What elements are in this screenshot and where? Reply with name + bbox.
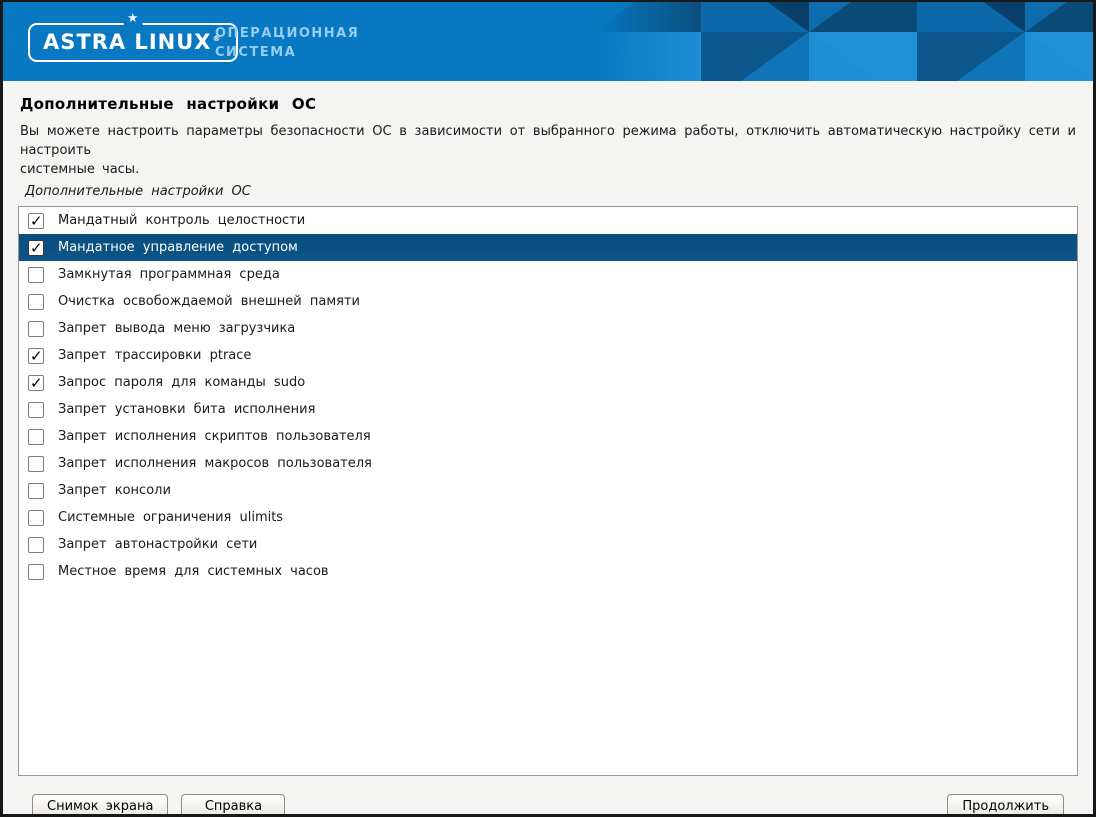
- main-content: Дополнительные настройки ОС Вы можете на…: [3, 95, 1093, 817]
- option-label: Запрос пароля для команды sudo: [58, 375, 305, 390]
- checkbox[interactable]: [28, 429, 44, 445]
- checkbox[interactable]: [28, 267, 44, 283]
- astra-linux-logo: ★ ASTRA LINUX®: [28, 23, 238, 62]
- list-item[interactable]: Системные ограничения ulimits: [19, 504, 1077, 531]
- option-label: Запрет консоли: [58, 483, 171, 498]
- checkbox[interactable]: [28, 456, 44, 472]
- header-banner: ★ ASTRA LINUX® ОПЕРАЦИОННАЯ СИСТЕМА: [3, 2, 1093, 81]
- checkbox[interactable]: ✓: [28, 240, 44, 256]
- checkbox[interactable]: [28, 564, 44, 580]
- option-label: Местное время для системных часов: [58, 564, 329, 579]
- option-label: Запрет вывода меню загрузчика: [58, 321, 295, 336]
- continue-button[interactable]: Продолжить: [947, 794, 1064, 817]
- option-label: Запрет исполнения скриптов пользователя: [58, 429, 371, 444]
- option-label: Замкнутая программная среда: [58, 267, 280, 282]
- option-label: Мандатный контроль целостности: [58, 213, 305, 228]
- list-item[interactable]: ✓ Запрет трассировки ptrace: [19, 342, 1077, 369]
- footer-button-bar: Снимок экрана Справка Продолжить: [32, 794, 1064, 817]
- checkbox[interactable]: ✓: [28, 348, 44, 364]
- list-item[interactable]: Запрет консоли: [19, 477, 1077, 504]
- list-item[interactable]: Запрет автонастройки сети: [19, 531, 1077, 558]
- option-label: Запрет трассировки ptrace: [58, 348, 251, 363]
- description-line-2: системные часы.: [20, 160, 1076, 179]
- brand-line-2: СИСТЕМА: [215, 43, 359, 62]
- brand-line-1: ОПЕРАЦИОННАЯ: [215, 24, 359, 43]
- list-item[interactable]: Замкнутая программная среда: [19, 261, 1077, 288]
- list-item[interactable]: Запрет вывода меню загрузчика: [19, 315, 1077, 342]
- page-title: Дополнительные настройки ОС: [20, 95, 1076, 113]
- checkbox[interactable]: [28, 321, 44, 337]
- page-description: Вы можете настроить параметры безопаснос…: [20, 122, 1076, 179]
- checkbox[interactable]: [28, 402, 44, 418]
- brand-caption: ОПЕРАЦИОННАЯ СИСТЕМА: [215, 24, 359, 62]
- list-item[interactable]: ✓ Мандатный контроль целостности: [19, 207, 1077, 234]
- screenshot-button[interactable]: Снимок экрана: [32, 794, 168, 817]
- facet-fade-overlay: [583, 2, 713, 81]
- check-icon: ✓: [30, 346, 43, 366]
- checkbox[interactable]: [28, 510, 44, 526]
- check-icon: ✓: [30, 373, 43, 393]
- option-label: Системные ограничения ulimits: [58, 510, 283, 525]
- installer-window: ★ ASTRA LINUX® ОПЕРАЦИОННАЯ СИСТЕМА Допо…: [0, 0, 1096, 817]
- checkbox[interactable]: ✓: [28, 213, 44, 229]
- options-list-caption: Дополнительные настройки ОС: [25, 184, 1078, 199]
- option-label: Запрет исполнения макросов пользователя: [58, 456, 372, 471]
- description-line-1: Вы можете настроить параметры безопаснос…: [20, 122, 1076, 160]
- list-item[interactable]: Запрет исполнения макросов пользователя: [19, 450, 1077, 477]
- list-item[interactable]: Запрет установки бита исполнения: [19, 396, 1077, 423]
- list-item[interactable]: ✓ Запрос пароля для команды sudo: [19, 369, 1077, 396]
- list-item[interactable]: Местное время для системных часов: [19, 558, 1077, 585]
- help-button[interactable]: Справка: [181, 794, 285, 817]
- checkbox[interactable]: [28, 537, 44, 553]
- star-icon: ★: [124, 12, 143, 25]
- checkbox[interactable]: [28, 483, 44, 499]
- list-item[interactable]: Очистка освобождаемой внешней памяти: [19, 288, 1077, 315]
- list-item[interactable]: Запрет исполнения скриптов пользователя: [19, 423, 1077, 450]
- option-label: Очистка освобождаемой внешней памяти: [58, 294, 360, 309]
- list-item[interactable]: ✓ Мандатное управление доступом: [19, 234, 1077, 261]
- checkbox[interactable]: [28, 294, 44, 310]
- logo-text: ASTRA LINUX: [43, 30, 211, 54]
- check-icon: ✓: [30, 238, 43, 258]
- check-icon: ✓: [30, 211, 43, 231]
- option-label: Запрет автонастройки сети: [58, 537, 257, 552]
- options-list: ✓ Мандатный контроль целостности ✓ Манда…: [18, 206, 1078, 776]
- option-label: Мандатное управление доступом: [58, 240, 298, 255]
- option-label: Запрет установки бита исполнения: [58, 402, 315, 417]
- checkbox[interactable]: ✓: [28, 375, 44, 391]
